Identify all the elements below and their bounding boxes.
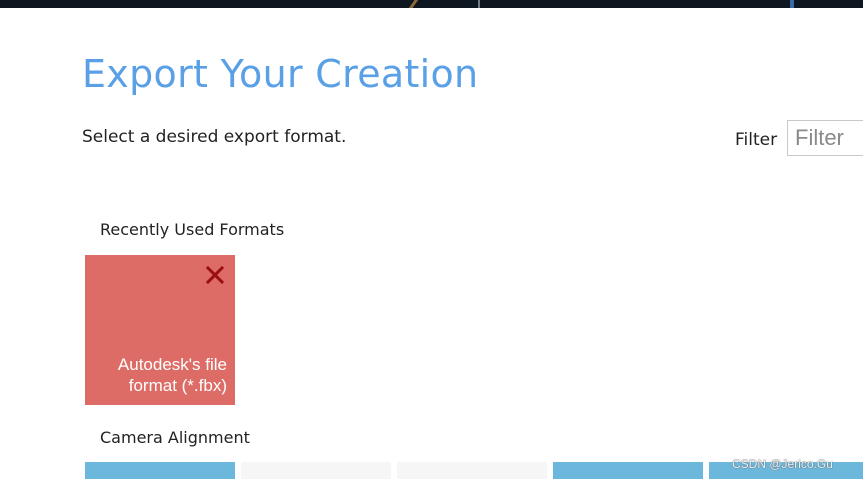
- section-heading-recent: Recently Used Formats: [100, 220, 285, 239]
- filter-label: Filter: [735, 130, 778, 150]
- format-tile-label: Autodesk's file format (*.fbx): [87, 354, 227, 396]
- format-tile-label-line: Autodesk's file: [117, 355, 227, 374]
- page-title: Export Your Creation: [82, 52, 479, 96]
- filter-input[interactable]: [787, 120, 863, 156]
- close-x-glyph: [206, 266, 224, 284]
- banner-streak: [790, 0, 794, 8]
- camera-format-tile[interactable]: [553, 462, 703, 479]
- banner-streak: [478, 0, 480, 8]
- banner-streak: [406, 0, 421, 8]
- camera-format-tile[interactable]: [397, 462, 547, 479]
- format-tile-label-line: format (*.fbx): [128, 376, 227, 395]
- watermark: CSDN @Jerico.Gu: [732, 457, 833, 471]
- export-page: Export Your Creation Select a desired ex…: [0, 0, 863, 479]
- export-instruction: Select a desired export format.: [82, 127, 347, 147]
- section-heading-camera: Camera Alignment: [100, 428, 250, 447]
- format-tile-fbx[interactable]: Autodesk's file format (*.fbx): [85, 255, 235, 405]
- top-banner-image: [0, 0, 863, 8]
- camera-format-tile[interactable]: [241, 462, 391, 479]
- close-icon[interactable]: [203, 263, 227, 287]
- camera-format-tile[interactable]: [85, 462, 235, 479]
